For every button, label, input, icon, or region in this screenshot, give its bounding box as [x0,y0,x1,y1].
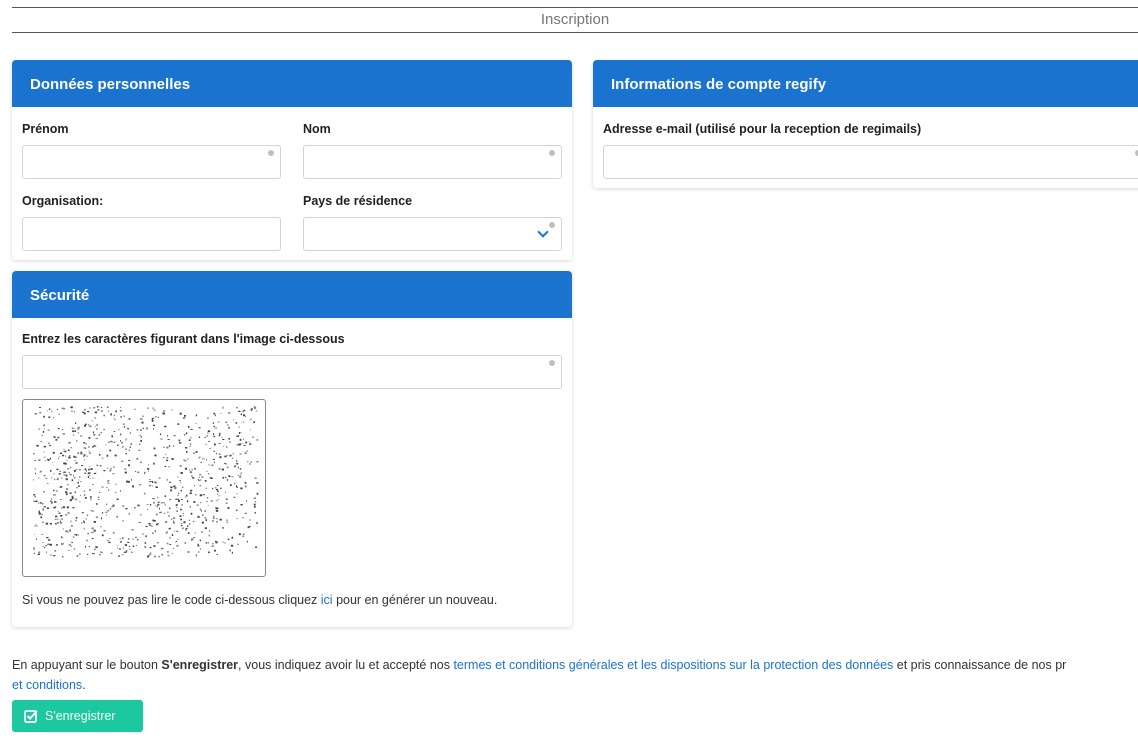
conditions-link[interactable]: et conditions [12,678,82,692]
first-name-label: Prénom [22,122,69,136]
organisation-input[interactable] [22,217,281,251]
chevron-down-icon [537,226,549,238]
legal-line2-end: . [82,678,86,692]
legal-line-2: et conditions. [12,675,1138,695]
first-name-input[interactable] [22,145,281,179]
last-name-label: Nom [303,122,331,136]
captcha-noise [33,406,259,558]
legal-notice: En appuyant sur le bouton S'enregistrer,… [12,655,1138,695]
required-dot-icon [549,222,555,228]
captcha-input[interactable] [22,355,562,389]
organisation-label: Organisation: [22,194,104,208]
terms-link[interactable]: termes et conditions générales et les di… [453,658,893,672]
required-dot-icon [549,360,555,366]
email-input[interactable] [603,145,1138,179]
last-name-input[interactable] [303,145,562,179]
regenerate-captcha-link[interactable]: ici [321,593,333,607]
captcha-label: Entrez les caractères figurant dans l'im… [22,332,345,346]
legal-button-ref: S'enregistrer [161,658,239,672]
account-info-panel: Informations de compte regify Adresse e-… [593,60,1138,188]
legal-line-1: En appuyant sur le bouton S'enregistrer,… [12,655,1138,675]
country-label: Pays de résidence [303,194,413,208]
personal-data-panel: Données personnelles Prénom Nom Organisa… [12,60,572,260]
register-button[interactable]: S'enregistrer [12,700,143,732]
security-title: Sécurité [12,271,572,318]
legal-text-2: , vous indiquez avoir lu et accepté nos [238,658,454,672]
check-square-icon [24,709,38,723]
country-select[interactable] [303,217,562,251]
account-info-title: Informations de compte regify [593,60,1138,107]
page-title: Inscription [12,7,1138,33]
captcha-hint-text-before: Si vous ne pouvez pas lire le code ci-de… [22,593,321,607]
personal-data-title: Données personnelles [12,60,572,107]
email-label: Adresse e-mail (utilisé pour la receptio… [603,122,922,136]
security-panel: Sécurité Entrez les caractères figurant … [12,271,572,627]
captcha-hint: Si vous ne pouvez pas lire le code ci-de… [22,593,497,607]
legal-text-1: En appuyant sur le bouton [12,658,162,672]
legal-text-3: et pris connaissance de nos pr [893,658,1067,672]
required-dot-icon [549,150,555,156]
captcha-image [22,399,266,577]
required-dot-icon [268,150,274,156]
captcha-hint-text-after: pour en générer un nouveau. [332,593,498,607]
register-button-label: S'enregistrer [45,709,116,723]
